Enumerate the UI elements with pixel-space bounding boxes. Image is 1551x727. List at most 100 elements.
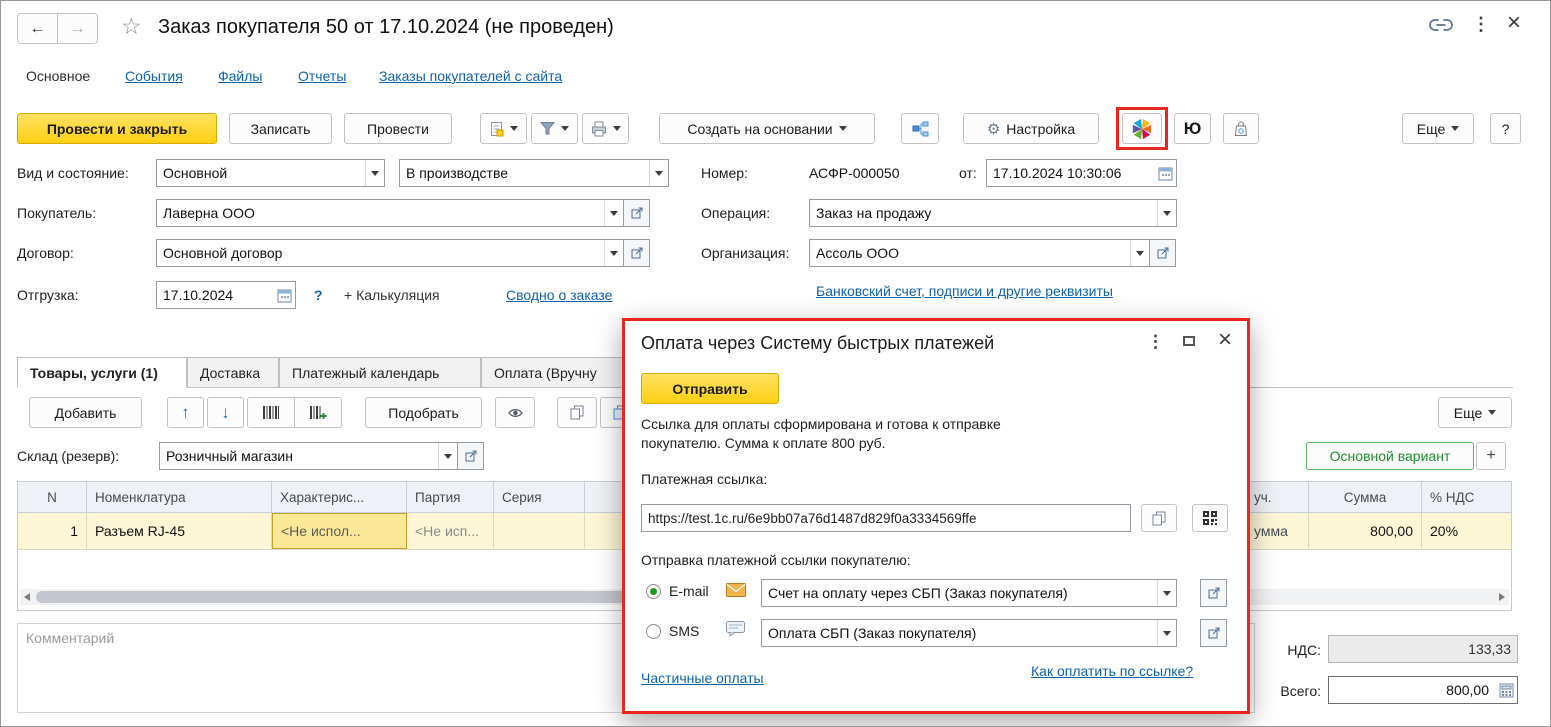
cell-sum[interactable]: 800,00 bbox=[1309, 513, 1422, 549]
pick-items-button[interactable]: Подобрать bbox=[365, 397, 482, 428]
main-variant-button[interactable]: Основной вариант bbox=[1306, 442, 1474, 470]
sbp-payment-button[interactable] bbox=[1122, 113, 1162, 144]
cell-series[interactable] bbox=[494, 513, 585, 549]
print-dropdown-button[interactable] bbox=[582, 113, 629, 144]
scroll-right-icon[interactable] bbox=[1499, 593, 1505, 601]
dialog-send-button[interactable]: Отправить bbox=[641, 373, 779, 404]
nav-tab-site-orders[interactable]: Заказы покупателей с сайта bbox=[379, 68, 562, 84]
nav-tab-reports[interactable]: Отчеты bbox=[298, 68, 346, 84]
help-button[interactable]: ? bbox=[1490, 113, 1521, 144]
forward-button[interactable]: → bbox=[57, 13, 98, 44]
dropdown-button[interactable] bbox=[365, 160, 384, 186]
dropdown-button[interactable] bbox=[649, 160, 668, 186]
buyer-open-button[interactable] bbox=[623, 199, 650, 227]
grand-total-field[interactable]: 800,00 bbox=[1328, 676, 1518, 704]
email-radio-label[interactable]: E-mail bbox=[669, 583, 709, 599]
shipment-date-field[interactable]: 17.10.2024 bbox=[156, 281, 296, 309]
dropdown-button[interactable] bbox=[1157, 620, 1176, 646]
contract-open-button[interactable] bbox=[623, 239, 650, 267]
warehouse-open-button[interactable] bbox=[457, 442, 484, 470]
column-header-characteristic[interactable]: Характерис... bbox=[272, 482, 407, 513]
more-button[interactable]: Еще bbox=[1402, 113, 1474, 144]
calculator-button[interactable] bbox=[1495, 677, 1517, 703]
email-template-open-button[interactable] bbox=[1200, 579, 1227, 607]
dropdown-button[interactable] bbox=[1130, 240, 1149, 266]
qr-code-button[interactable] bbox=[1192, 504, 1228, 532]
state-select[interactable]: В производстве bbox=[399, 159, 669, 187]
window-close-button[interactable]: × bbox=[1507, 9, 1521, 37]
column-header-vat[interactable]: % НДС bbox=[1422, 482, 1511, 513]
organization-field[interactable]: Ассоль ООО bbox=[809, 239, 1150, 267]
copy-rows-button[interactable] bbox=[557, 397, 597, 428]
add-variant-button[interactable]: + bbox=[1476, 442, 1506, 470]
dialog-maximize-button[interactable] bbox=[1183, 336, 1195, 346]
contract-field[interactable]: Основной договор bbox=[156, 239, 624, 267]
document-datetime-field[interactable]: 17.10.2024 10:30:06 bbox=[986, 159, 1177, 187]
nav-tab-files[interactable]: Файлы bbox=[218, 68, 262, 84]
shipment-help-link[interactable]: ? bbox=[314, 287, 323, 303]
write-button[interactable]: Записать bbox=[229, 113, 332, 144]
add-row-button[interactable]: Добавить bbox=[29, 397, 142, 428]
how-to-pay-link[interactable]: Как оплатить по ссылке? bbox=[1031, 663, 1193, 679]
email-radio[interactable] bbox=[646, 584, 661, 599]
payment-link-input[interactable] bbox=[641, 504, 1131, 532]
column-header-n[interactable]: N bbox=[18, 482, 87, 513]
barcode-register-button[interactable] bbox=[294, 397, 342, 428]
table-more-button[interactable]: Еще bbox=[1438, 397, 1512, 428]
cell-characteristic-focused[interactable]: <Не испол... bbox=[272, 513, 407, 549]
column-header-nomenclature[interactable]: Номенклатура bbox=[87, 482, 272, 513]
scroll-left-icon[interactable] bbox=[24, 593, 30, 601]
nav-tab-events[interactable]: События bbox=[125, 68, 183, 84]
operation-select[interactable]: Заказ на продажу bbox=[809, 199, 1177, 227]
get-link-icon[interactable] bbox=[1429, 17, 1453, 38]
buyer-field[interactable]: Лаверна ООО bbox=[156, 199, 624, 227]
dialog-close-button[interactable]: × bbox=[1218, 326, 1232, 354]
settings-button[interactable]: ⚙ Настройка bbox=[963, 113, 1099, 144]
partial-payments-link[interactable]: Частичные оплаты bbox=[641, 670, 764, 686]
cell-vat[interactable]: 20% bbox=[1422, 513, 1511, 549]
create-copy-dropdown-button[interactable] bbox=[480, 113, 527, 144]
calendar-button[interactable] bbox=[273, 282, 295, 308]
filter-dropdown-button[interactable] bbox=[531, 113, 578, 144]
dropdown-button[interactable] bbox=[1157, 580, 1176, 606]
back-button[interactable]: ← bbox=[17, 13, 58, 44]
view-mode-button[interactable] bbox=[495, 397, 535, 428]
sms-radio-label[interactable]: SMS bbox=[669, 623, 699, 639]
dropdown-button[interactable] bbox=[604, 200, 623, 226]
order-summary-link[interactable]: Сводно о заказе bbox=[506, 287, 612, 303]
marketplace-button[interactable] bbox=[1223, 113, 1259, 144]
dropdown-button[interactable] bbox=[438, 443, 457, 469]
post-and-close-button[interactable]: Провести и закрыть bbox=[17, 113, 217, 144]
column-header-sum[interactable]: Сумма bbox=[1309, 482, 1422, 513]
tab-goods-services[interactable]: Товары, услуги (1) bbox=[17, 357, 187, 388]
cell-n[interactable]: 1 bbox=[18, 513, 87, 549]
post-button[interactable]: Провести bbox=[344, 113, 452, 144]
cell-nomenclature[interactable]: Разъем RJ-45 bbox=[87, 513, 272, 549]
column-header-series[interactable]: Серия bbox=[494, 482, 585, 513]
organization-open-button[interactable] bbox=[1149, 239, 1176, 267]
cell-batch[interactable]: <Не исп... bbox=[407, 513, 494, 549]
dropdown-button[interactable] bbox=[1157, 200, 1176, 226]
sms-template-open-button[interactable] bbox=[1200, 619, 1227, 647]
calculation-toggle[interactable]: + Калькуляция bbox=[344, 287, 440, 303]
tab-payment-calendar[interactable]: Платежный календарь bbox=[279, 357, 481, 388]
dialog-menu-kebab-icon[interactable]: ⋮ bbox=[1147, 332, 1164, 352]
bank-details-link[interactable]: Банковский счет, подписи и другие реквиз… bbox=[816, 283, 1113, 299]
kind-select[interactable]: Основной bbox=[156, 159, 385, 187]
sms-template-select[interactable]: Оплата СБП (Заказ покупателя) bbox=[761, 619, 1177, 647]
move-up-button[interactable]: ↑ bbox=[167, 397, 204, 428]
favorite-star-icon[interactable]: ☆ bbox=[121, 13, 142, 40]
email-template-select[interactable]: Счет на оплату через СБП (Заказ покупате… bbox=[761, 579, 1177, 607]
warehouse-select[interactable]: Розничный магазин bbox=[159, 442, 458, 470]
sms-radio[interactable] bbox=[646, 624, 661, 639]
move-down-button[interactable]: ↓ bbox=[207, 397, 244, 428]
copy-link-button[interactable] bbox=[1141, 504, 1177, 532]
dropdown-button[interactable] bbox=[604, 240, 623, 266]
barcode-scan-button[interactable] bbox=[247, 397, 295, 428]
yookassa-button[interactable]: Ю bbox=[1174, 113, 1211, 144]
tab-delivery[interactable]: Доставка bbox=[187, 357, 279, 388]
document-structure-button[interactable] bbox=[901, 113, 939, 144]
nav-tab-main[interactable]: Основное bbox=[26, 68, 90, 84]
tab-payment[interactable]: Оплата (Вручну bbox=[481, 357, 631, 388]
calendar-button[interactable] bbox=[1154, 160, 1176, 186]
